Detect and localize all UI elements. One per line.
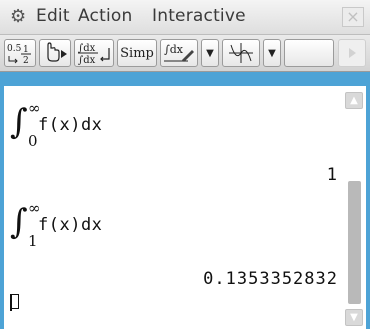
integrand: f(x)dx [38, 115, 103, 135]
simp-button[interactable]: Simp [117, 39, 157, 67]
integral-dx-label: ∫dx [164, 43, 184, 56]
menu-interactive[interactable]: Interactive [152, 6, 246, 26]
input-box [12, 294, 19, 309]
toolbar-next-button[interactable] [338, 39, 366, 67]
integral-sign: ∫ [10, 102, 28, 142]
scroll-down-button[interactable]: ▼ [345, 309, 363, 326]
gear-icon[interactable]: ⚙ [10, 6, 26, 27]
main-pane[interactable]: ∫ ∞ 0 f(x)dx 1 ∫ ∞ 1 f(x)dx 0.1353352832… [4, 86, 366, 329]
menu-edit[interactable]: Edit [36, 6, 70, 26]
lower-limit: 0 [28, 132, 38, 150]
integral-input-button[interactable]: ∫dx [160, 39, 198, 67]
scroll-up-button[interactable]: ▲ [345, 92, 363, 109]
vertical-scrollbar[interactable]: ▲ ▼ [344, 86, 364, 329]
graph-dropdown-button[interactable]: ▼ [263, 39, 281, 67]
graph-axes-icon [229, 43, 253, 63]
integral-pen-icon: ∫dx [164, 43, 194, 62]
fraction-decimal-value: 0.5 [7, 44, 22, 54]
toolbar: 0.5 1 2 ∫dx ∫dx Simp ∫dx ▼ ▼ [0, 35, 370, 72]
result-value: 0.1353352832 [203, 269, 338, 289]
integral-dropdown-button[interactable]: ▼ [201, 39, 219, 67]
integral-stack-icon: ∫dx ∫dx [78, 43, 110, 66]
menu-action[interactable]: Action [78, 6, 132, 26]
work-area: ∫ ∞ 0 f(x)dx 1 ∫ ∞ 1 f(x)dx 0.1353352832… [0, 72, 370, 329]
result-value: 1 [326, 165, 338, 185]
fraction-decimal-toggle-button[interactable]: 0.5 1 2 [4, 39, 36, 67]
graph-button[interactable] [222, 39, 260, 67]
integral-execute-button[interactable]: ∫dx ∫dx [74, 39, 114, 67]
menu-bar: ⚙ Edit Action Interactive × [0, 0, 370, 35]
close-button[interactable]: × [342, 7, 364, 27]
hand-pointer-icon [47, 42, 67, 62]
next-arrow-icon [349, 48, 356, 58]
stylus-mode-button[interactable] [39, 39, 71, 67]
integral-top-label: ∫dx [78, 43, 96, 54]
lower-limit: 1 [28, 232, 38, 250]
fraction-decimal-icon: 0.5 1 2 [7, 44, 31, 65]
scroll-thumb[interactable] [348, 181, 361, 304]
spacer-button [284, 39, 334, 67]
integral-bottom-label: ∫dx [78, 55, 96, 66]
integral-sign: ∫ [10, 202, 28, 242]
fraction-denominator: 2 [23, 56, 29, 65]
integrand: f(x)dx [38, 215, 103, 235]
